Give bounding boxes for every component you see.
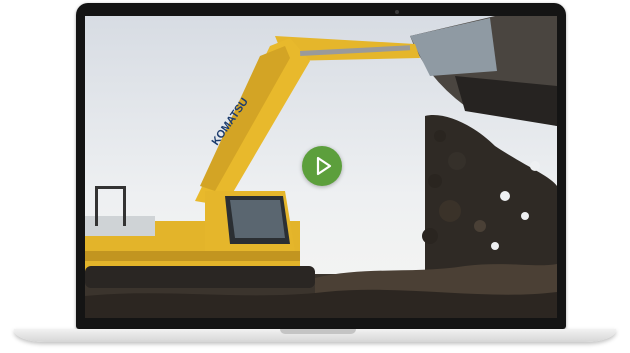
laptop-mockup: KOMATSU	[0, 0, 630, 353]
play-button[interactable]	[302, 146, 342, 186]
laptop-base-notch	[280, 329, 356, 334]
webcam-dot	[395, 10, 399, 14]
video-player[interactable]: KOMATSU	[85, 16, 557, 318]
play-icon	[316, 156, 332, 176]
